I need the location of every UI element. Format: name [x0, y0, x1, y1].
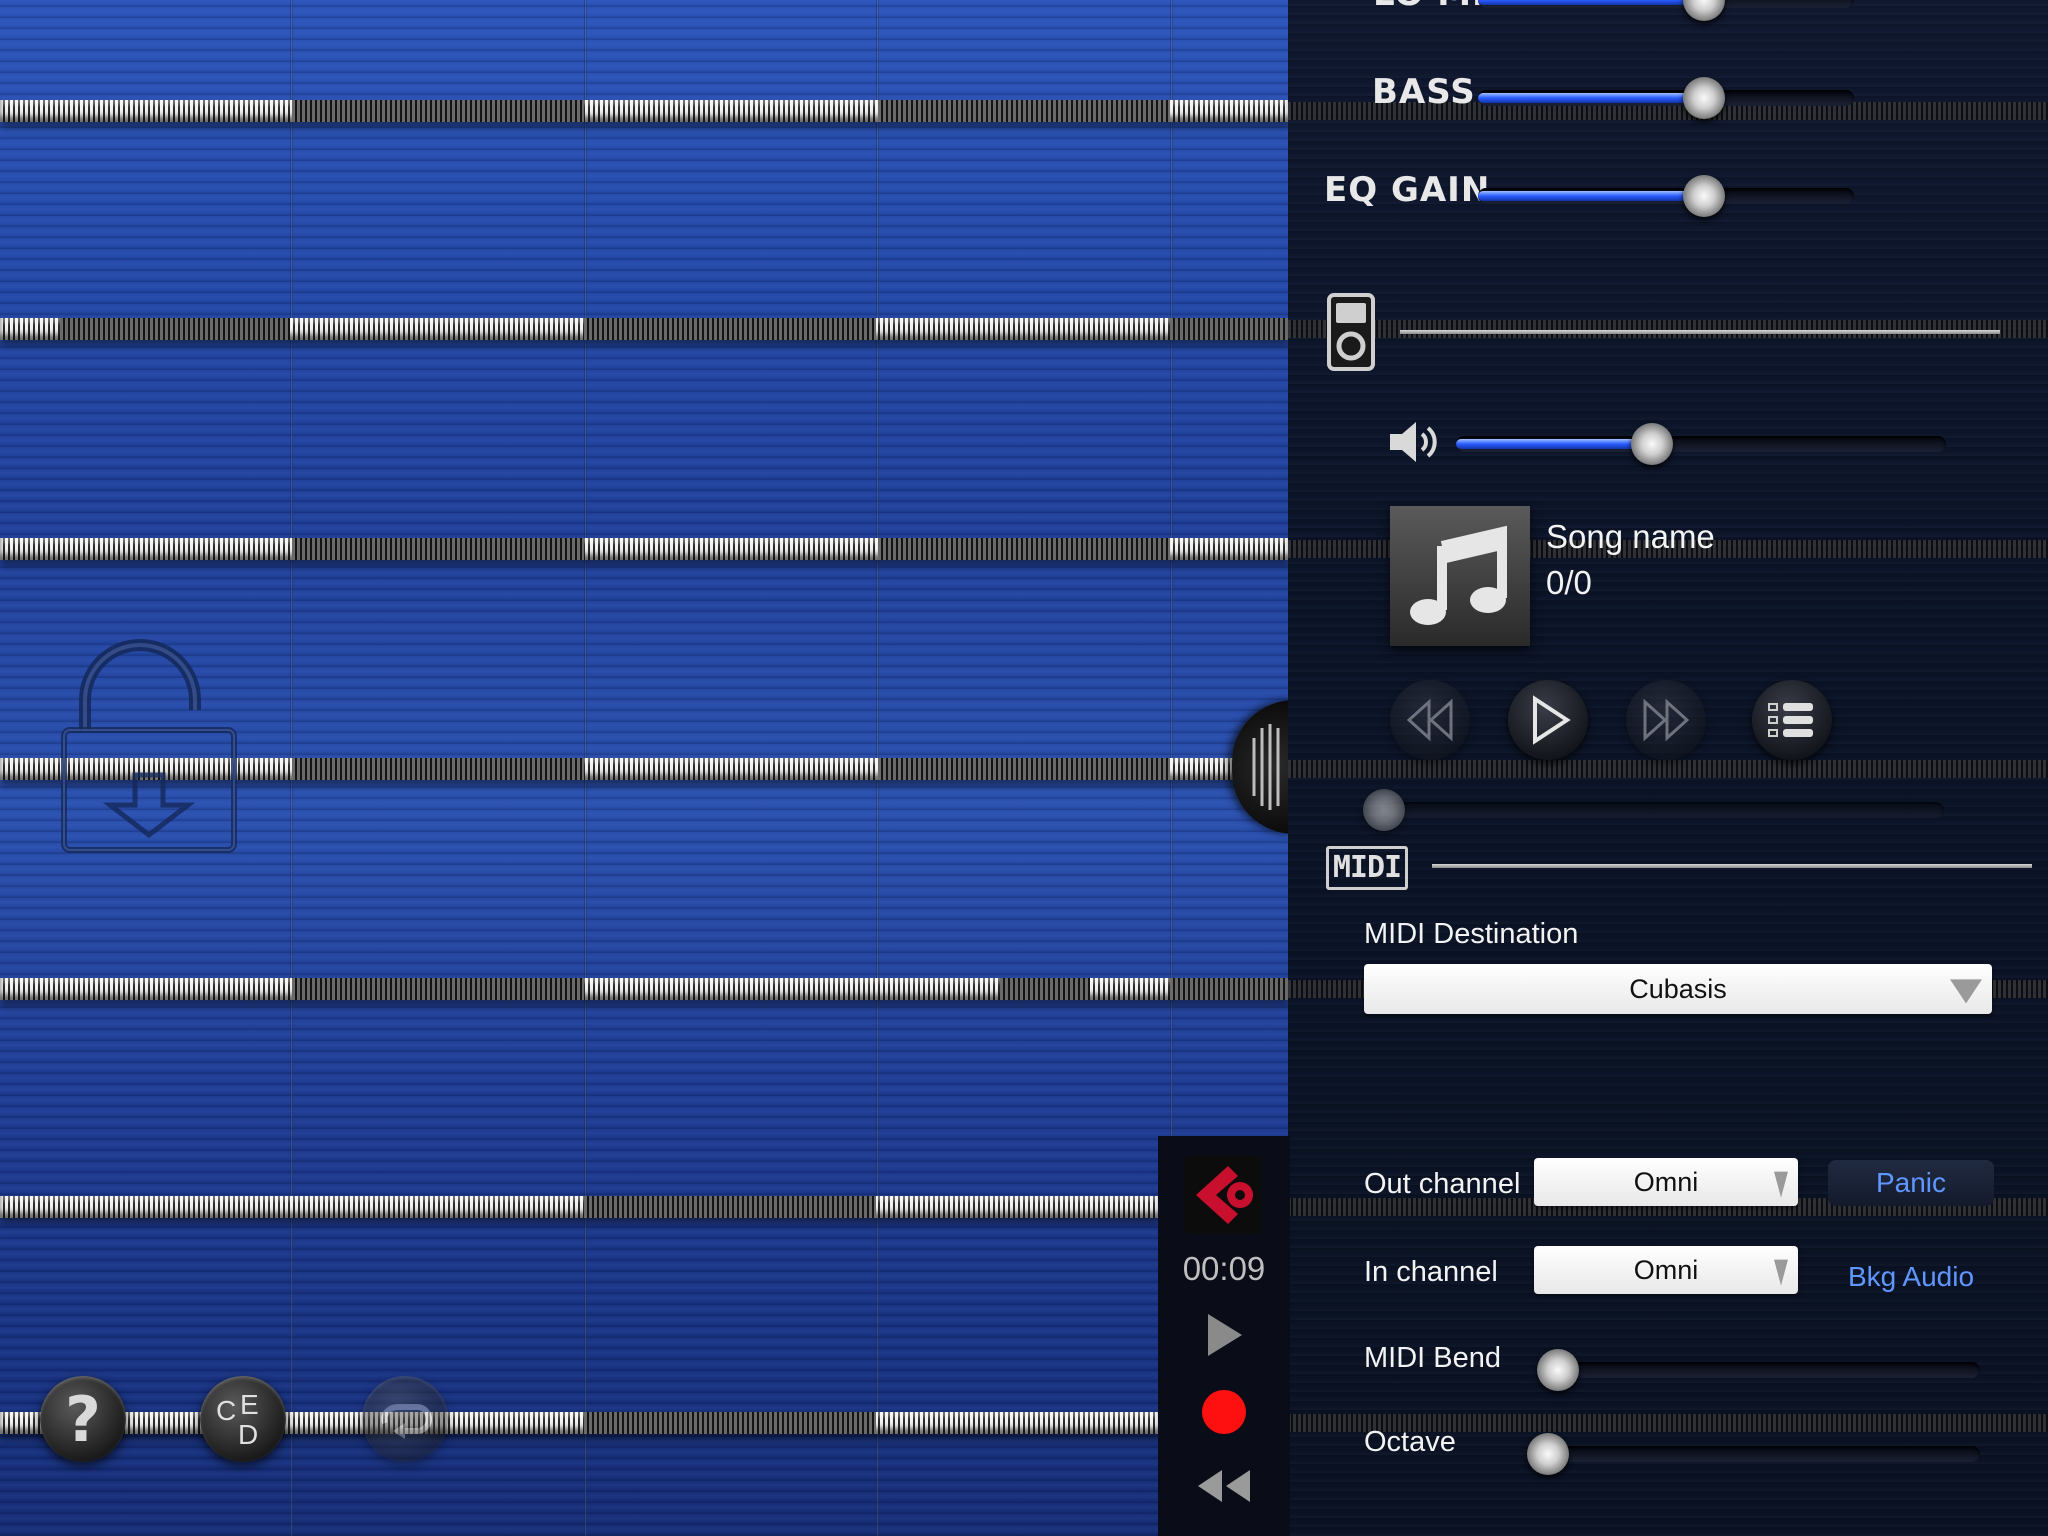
slider-fill	[1456, 439, 1652, 449]
help-icon: ?	[65, 1382, 101, 1456]
svg-text:C: C	[216, 1395, 236, 1426]
slider-fill	[1478, 93, 1704, 103]
guitar-string[interactable]	[0, 1412, 1160, 1434]
octave-label: Octave	[1364, 1426, 1456, 1458]
section-divider	[1400, 330, 2000, 334]
speaker-icon	[1390, 422, 1437, 462]
help-button[interactable]: ?	[40, 1376, 126, 1462]
playlist-button[interactable]	[1752, 680, 1832, 760]
in-channel-label: In channel	[1364, 1256, 1498, 1288]
settings-panel: LO MID BASS EQ GAIN Song n	[1288, 0, 2048, 1536]
guitar-string[interactable]	[0, 538, 1290, 560]
guitar-string[interactable]	[0, 978, 1290, 1000]
guitar-string[interactable]	[0, 100, 1290, 122]
song-name: Song name	[1546, 518, 1715, 555]
guitar-string[interactable]	[0, 318, 1290, 340]
midi-bend-slider[interactable]	[1537, 1349, 1980, 1391]
rewind-icon	[1406, 698, 1453, 742]
midi-destination-dropdown[interactable]: Cubasis	[1364, 964, 1992, 1014]
media-player-icon	[1327, 293, 1375, 371]
playlist-icon	[1768, 703, 1813, 737]
album-artwork	[1390, 506, 1530, 646]
loop-icon	[381, 1404, 432, 1439]
background-string	[1288, 320, 2048, 338]
recording-time: 00:09	[1182, 1250, 1266, 1287]
volume-slider[interactable]	[1456, 423, 1946, 465]
bkg-audio-button[interactable]: Bkg Audio	[1828, 1254, 1994, 1300]
fast-forward-icon	[1643, 698, 1690, 742]
recorder-panel: 00:09	[1158, 1136, 1290, 1536]
dropdown-value: Omni	[1633, 1167, 1699, 1197]
slider-knob[interactable]	[1527, 1433, 1569, 1475]
lo-mid-slider[interactable]	[1478, 0, 1854, 21]
chord-icon: C E D	[216, 1389, 259, 1450]
octave-slider[interactable]	[1527, 1433, 1980, 1475]
midi-logo-text: MIDI	[1332, 850, 1402, 885]
chevron-down-icon	[1774, 1259, 1788, 1286]
slider-fill	[1478, 0, 1704, 5]
midi-bend-label: MIDI Bend	[1364, 1342, 1501, 1374]
fretboard[interactable]: ? C E D	[0, 0, 1290, 1536]
panel-toggle-handle[interactable]	[1232, 700, 1290, 834]
slider-knob[interactable]	[1682, 0, 1725, 21]
slider-knob[interactable]	[1682, 77, 1725, 119]
play-button[interactable]	[1508, 680, 1588, 760]
svg-text:E: E	[240, 1389, 259, 1420]
dropdown-value: Cubasis	[1629, 974, 1727, 1004]
out-channel-label: Out channel	[1364, 1168, 1521, 1200]
chord-button[interactable]: C E D	[200, 1376, 286, 1462]
out-channel-dropdown[interactable]: Omni	[1534, 1158, 1798, 1206]
chevron-down-icon	[1950, 979, 1982, 1004]
slider-knob[interactable]	[1537, 1349, 1579, 1391]
play-icon	[1533, 695, 1571, 745]
fast-forward-button[interactable]	[1626, 680, 1706, 760]
slider-fill	[1478, 191, 1704, 201]
rewind-button[interactable]	[1390, 680, 1470, 760]
svg-text:D: D	[238, 1419, 258, 1450]
unlock-download-icon[interactable]	[60, 630, 240, 860]
background-string	[1288, 760, 2048, 778]
music-note-icon	[1410, 525, 1507, 625]
bass-slider[interactable]	[1478, 77, 1854, 119]
slider-knob[interactable]	[1631, 423, 1673, 465]
in-channel-dropdown[interactable]: Omni	[1534, 1246, 1798, 1294]
song-progress-slider[interactable]	[1363, 789, 1944, 831]
midi-destination-label: MIDI Destination	[1364, 918, 1579, 950]
record-button[interactable]	[1202, 1390, 1246, 1434]
loop-button[interactable]	[362, 1376, 448, 1462]
play-icon[interactable]	[1204, 1312, 1244, 1358]
panic-button[interactable]: Panic	[1828, 1160, 1994, 1206]
cubasis-app-button[interactable]	[1184, 1156, 1262, 1234]
bass-label: BASS	[1372, 72, 1476, 112]
slider-knob[interactable]	[1363, 789, 1405, 831]
midi-logo: MIDI	[1326, 846, 1408, 890]
rewind-icon[interactable]	[1194, 1466, 1254, 1506]
eq-gain-label: EQ GAIN	[1324, 170, 1491, 210]
cubasis-icon	[1196, 1166, 1253, 1224]
dropdown-value: Omni	[1633, 1255, 1699, 1285]
slider-knob[interactable]	[1682, 175, 1725, 217]
chevron-down-icon	[1774, 1171, 1788, 1198]
guitar-string[interactable]	[0, 1196, 1160, 1218]
section-divider	[1432, 864, 2032, 868]
eq-gain-slider[interactable]	[1478, 175, 1854, 217]
song-count: 0/0	[1546, 564, 1592, 601]
